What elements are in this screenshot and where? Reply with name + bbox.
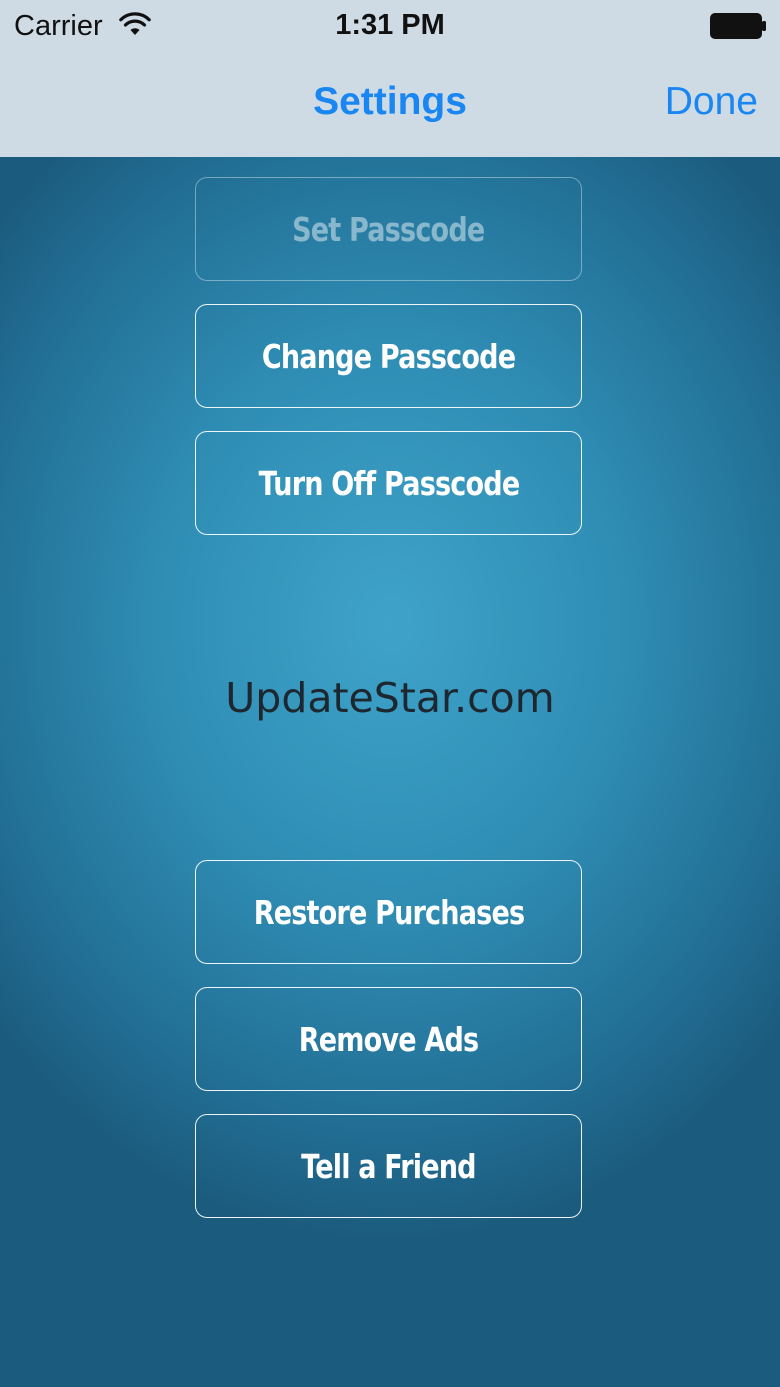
status-time: 1:31 PM bbox=[335, 9, 445, 41]
turn-off-passcode-button[interactable]: Turn Off Passcode bbox=[195, 431, 582, 535]
page-title: Settings bbox=[313, 80, 467, 123]
set-passcode-label: Set Passcode bbox=[292, 209, 485, 249]
settings-screen: Carrier 1:31 PM Settings Done Set Passco… bbox=[0, 0, 780, 1387]
set-passcode-button[interactable]: Set Passcode bbox=[195, 177, 582, 281]
tell-a-friend-label: Tell a Friend bbox=[301, 1146, 476, 1186]
navigation-bar: Settings Done bbox=[0, 54, 780, 157]
status-bar: Carrier 1:31 PM bbox=[0, 0, 780, 54]
remove-ads-label: Remove Ads bbox=[298, 1019, 479, 1059]
done-button[interactable]: Done bbox=[665, 80, 758, 124]
watermark-text: UpdateStar.com bbox=[225, 674, 555, 722]
change-passcode-label: Change Passcode bbox=[261, 336, 516, 376]
restore-purchases-button[interactable]: Restore Purchases bbox=[195, 860, 582, 964]
battery-icon bbox=[710, 13, 766, 39]
remove-ads-button[interactable]: Remove Ads bbox=[195, 987, 582, 1091]
header: Carrier 1:31 PM Settings Done bbox=[0, 0, 780, 157]
restore-purchases-label: Restore Purchases bbox=[253, 892, 524, 932]
turn-off-passcode-label: Turn Off Passcode bbox=[258, 463, 520, 503]
change-passcode-button[interactable]: Change Passcode bbox=[195, 304, 582, 408]
settings-content: Set Passcode Change Passcode Turn Off Pa… bbox=[0, 157, 780, 1387]
tell-a-friend-button[interactable]: Tell a Friend bbox=[195, 1114, 582, 1218]
